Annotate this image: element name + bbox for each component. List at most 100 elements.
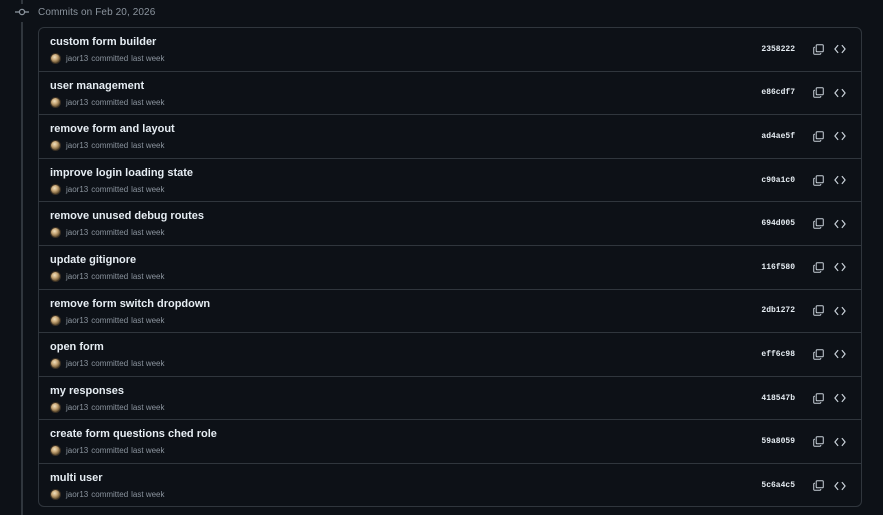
commit-meta: jaor13 committed last week [50, 270, 165, 282]
commit-title-link[interactable]: open form [50, 341, 104, 353]
commit-action-text: committed [91, 446, 129, 456]
commit-sha-link[interactable]: 694d005 [735, 219, 795, 228]
commit-title-link[interactable]: remove form switch dropdown [50, 298, 210, 310]
copy-icon[interactable] [811, 173, 825, 187]
commit-actions: 694d005 [735, 202, 847, 245]
commit-actions: 59a8059 [735, 420, 847, 463]
commit-time: last week [131, 402, 165, 412]
commit-time: last week [131, 359, 165, 369]
commit-action-text: committed [91, 489, 129, 499]
author-link[interactable]: jaor13 [66, 403, 88, 412]
commit-action-text: committed [91, 359, 129, 369]
code-icon[interactable] [833, 173, 847, 187]
git-commit-icon [14, 4, 30, 20]
copy-icon[interactable] [811, 391, 825, 405]
commit-title-link[interactable]: remove unused debug routes [50, 210, 204, 222]
code-icon[interactable] [833, 129, 847, 143]
commit-meta: jaor13 committed last week [50, 488, 165, 500]
commit-sha-link[interactable]: eff6c98 [735, 350, 795, 359]
commit-sha-link[interactable]: ad4ae5f [735, 132, 795, 141]
author-avatar[interactable] [50, 53, 61, 64]
commit-row: multi user jaor13 committed last week 5c… [39, 464, 861, 506]
code-icon[interactable] [833, 435, 847, 449]
commit-meta: jaor13 committed last week [50, 183, 165, 195]
commit-meta: jaor13 committed last week [50, 140, 165, 152]
code-icon[interactable] [833, 391, 847, 405]
commit-actions: ad4ae5f [735, 115, 847, 158]
commit-time: last week [131, 271, 165, 281]
commit-sha-link[interactable]: 5c6a4c5 [735, 481, 795, 490]
author-link[interactable]: jaor13 [66, 272, 88, 281]
commit-title-link[interactable]: improve login loading state [50, 167, 193, 179]
commit-row: update gitignore jaor13 committed last w… [39, 246, 861, 290]
author-link[interactable]: jaor13 [66, 228, 88, 237]
commit-meta: jaor13 committed last week [50, 445, 165, 457]
code-icon[interactable] [833, 217, 847, 231]
commit-title-link[interactable]: multi user [50, 472, 103, 484]
author-link[interactable]: jaor13 [66, 54, 88, 63]
commit-action-text: committed [91, 141, 129, 151]
commit-title-link[interactable]: custom form builder [50, 36, 156, 48]
commit-time: last week [131, 228, 165, 238]
commit-time: last week [131, 315, 165, 325]
author-avatar[interactable] [50, 227, 61, 239]
code-icon[interactable] [833, 347, 847, 361]
code-icon[interactable] [833, 260, 847, 274]
author-link[interactable]: jaor13 [66, 141, 88, 150]
code-icon[interactable] [833, 42, 847, 56]
author-avatar[interactable] [50, 270, 61, 282]
commit-sha-link[interactable]: 59a8059 [735, 437, 795, 446]
commit-action-text: committed [91, 228, 129, 238]
code-icon[interactable] [833, 304, 847, 318]
commit-action-text: committed [91, 97, 129, 107]
author-avatar[interactable] [50, 314, 61, 326]
commit-action-text: committed [91, 315, 129, 325]
author-link[interactable]: jaor13 [66, 359, 88, 368]
author-link[interactable]: jaor13 [66, 185, 88, 194]
copy-icon[interactable] [811, 347, 825, 361]
commit-meta: jaor13 committed last week [50, 314, 165, 326]
copy-icon[interactable] [811, 86, 825, 100]
commit-action-text: committed [91, 402, 129, 412]
commit-title-link[interactable]: remove form and layout [50, 123, 175, 135]
author-avatar[interactable] [50, 488, 61, 500]
commit-time: last week [131, 446, 165, 456]
author-avatar[interactable] [50, 96, 61, 108]
copy-icon[interactable] [811, 304, 825, 318]
commit-sha-link[interactable]: 418547b [735, 394, 795, 403]
copy-icon[interactable] [811, 129, 825, 143]
commit-title-link[interactable]: user management [50, 80, 144, 92]
author-link[interactable]: jaor13 [66, 98, 88, 107]
commit-sha-link[interactable]: 116f580 [735, 263, 795, 272]
commit-sha-link[interactable]: 2358222 [735, 45, 795, 54]
author-link[interactable]: jaor13 [66, 316, 88, 325]
commit-row: improve login loading state jaor13 commi… [39, 159, 861, 203]
copy-icon[interactable] [811, 479, 825, 493]
code-icon[interactable] [833, 86, 847, 100]
author-avatar[interactable] [50, 183, 61, 195]
commit-row: user management jaor13 committed last we… [39, 72, 861, 116]
commit-sha-link[interactable]: 2db1272 [735, 306, 795, 315]
copy-icon[interactable] [811, 42, 825, 56]
copy-icon[interactable] [811, 217, 825, 231]
author-avatar[interactable] [50, 358, 61, 370]
commit-title-link[interactable]: my responses [50, 385, 124, 397]
commit-title-link[interactable]: create form questions ched role [50, 428, 217, 440]
commit-time: last week [131, 141, 165, 151]
commit-actions: 418547b [735, 377, 847, 420]
commit-sha-link[interactable]: c90a1c0 [735, 176, 795, 185]
commit-time: last week [131, 97, 165, 107]
author-avatar[interactable] [50, 401, 61, 413]
code-icon[interactable] [833, 479, 847, 493]
commit-action-text: committed [91, 54, 129, 63]
copy-icon[interactable] [811, 435, 825, 449]
copy-icon[interactable] [811, 260, 825, 274]
author-link[interactable]: jaor13 [66, 446, 88, 455]
commit-sha-link[interactable]: e86cdf7 [735, 88, 795, 97]
author-avatar[interactable] [50, 445, 61, 457]
commit-title-link[interactable]: update gitignore [50, 254, 136, 266]
commits-date-header: Commits on Feb 20, 2026 [14, 4, 156, 22]
author-avatar[interactable] [50, 140, 61, 152]
author-link[interactable]: jaor13 [66, 490, 88, 499]
commit-time: last week [131, 489, 165, 499]
